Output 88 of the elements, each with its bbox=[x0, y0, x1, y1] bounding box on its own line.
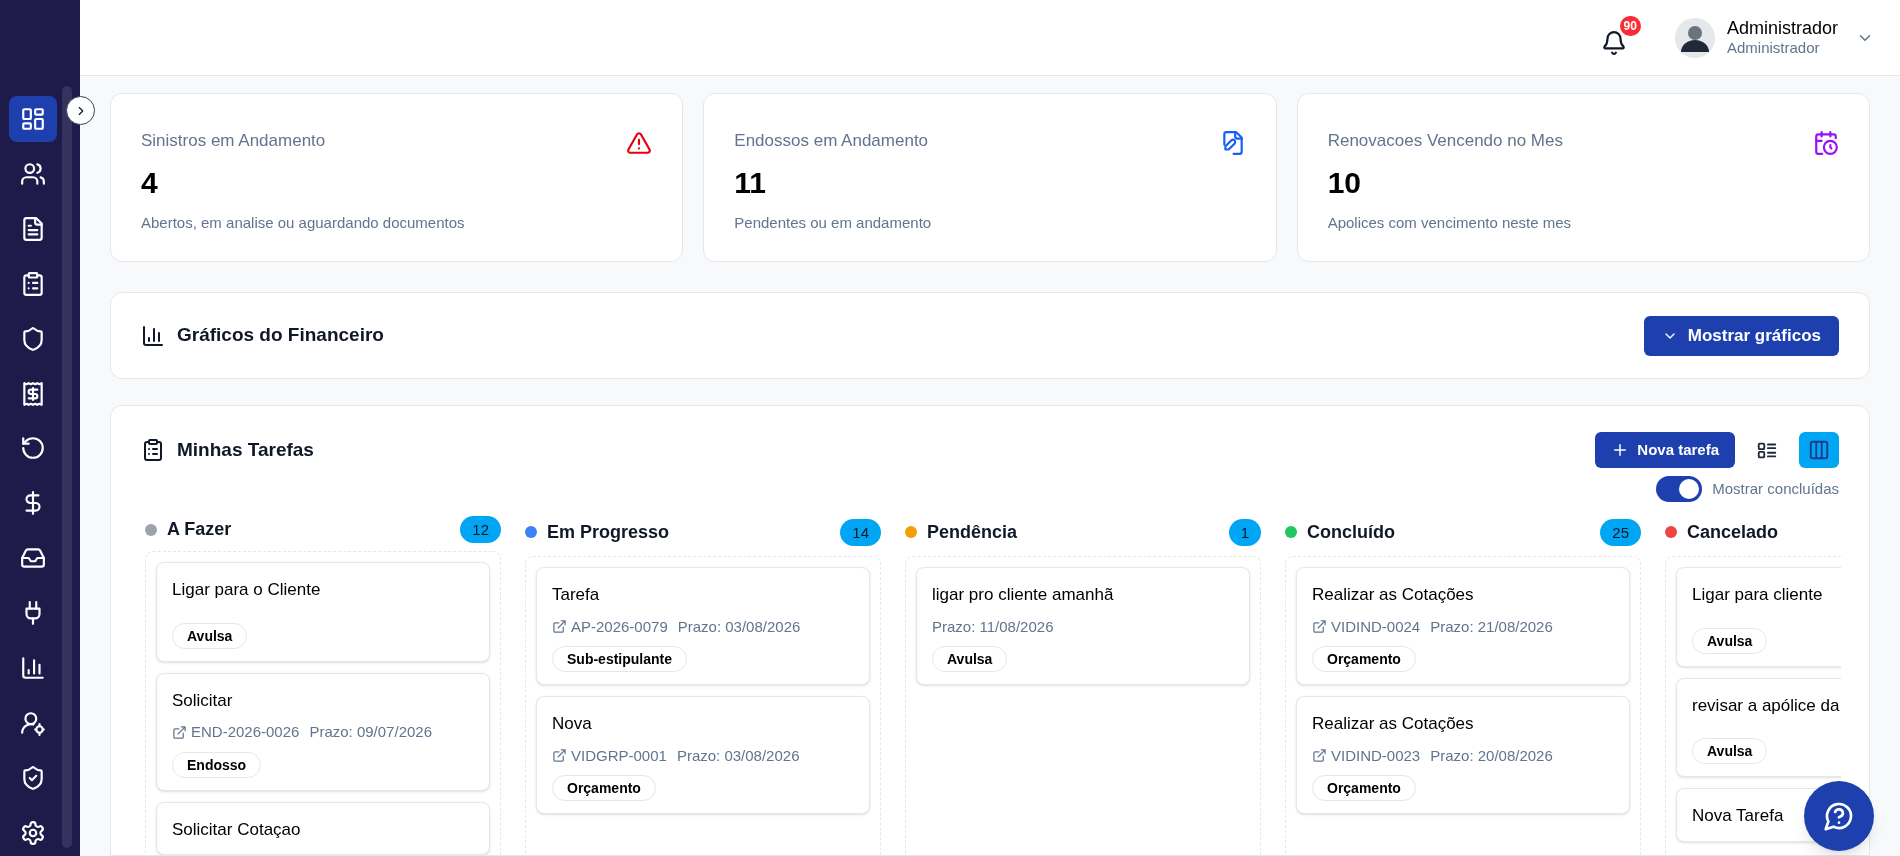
task-due-date: Prazo: 11/08/2026 bbox=[932, 616, 1054, 637]
task-card[interactable]: Ligar para o Cliente Avulsa bbox=[156, 562, 490, 662]
toggle-switch[interactable] bbox=[1656, 476, 1703, 502]
metric-note: Abertos, em analise ou aguardando documentos bbox=[141, 212, 465, 233]
bar-chart-icon bbox=[20, 655, 46, 682]
settings-icon bbox=[20, 819, 46, 846]
task-title: Realizar as Cotações bbox=[1312, 713, 1475, 735]
task-card[interactable]: Solicitar Cotaçao bbox=[156, 801, 490, 855]
task-card[interactable]: Realizar as Cotações VIDIND-0023 Prazo: 20/08/2026 Orçamento bbox=[1296, 696, 1630, 814]
user-name: Administrador bbox=[1726, 16, 1838, 40]
column-title: Em Progresso bbox=[547, 520, 670, 544]
task-title: Ligar para cliente bbox=[1692, 584, 1824, 606]
column-title: Cancelado bbox=[1687, 520, 1779, 544]
metric-note: Pendentes ou em andamento bbox=[734, 212, 932, 233]
task-reference[interactable]: VIDIND-0023 bbox=[1331, 744, 1421, 767]
scrollbar[interactable] bbox=[62, 86, 72, 848]
metric-note: Apolices com vencimento neste mes bbox=[1327, 212, 1572, 233]
task-due-date: Prazo: 03/08/2026 bbox=[676, 745, 800, 766]
task-reference[interactable]: END-2026-0026 bbox=[191, 721, 300, 744]
external-link-icon[interactable] bbox=[1312, 619, 1327, 635]
view-toggle-button[interactable] bbox=[1799, 432, 1839, 468]
metric-value: 10 bbox=[1327, 167, 1363, 198]
task-title: revisar a apólice da bbox=[1692, 694, 1841, 717]
column-title: A Fazer bbox=[167, 518, 232, 541]
task-card[interactable]: Solicitar END-2026-0026 Prazo: 09/07/2026 Endosso bbox=[156, 672, 490, 791]
task-count: 25 bbox=[1600, 518, 1641, 546]
task-card[interactable]: Realizar as Cotações VIDIND-0024 Prazo: 21/08/2026 Orçamento bbox=[1296, 567, 1630, 685]
columns-icon bbox=[1808, 439, 1830, 461]
task-card[interactable]: Ligar para cliente Avulsa bbox=[1676, 567, 1841, 667]
task-title: Solicitar bbox=[172, 689, 234, 712]
task-title: Realizar as Cotações bbox=[1312, 584, 1475, 606]
clipboard-icon bbox=[20, 270, 46, 297]
receipt-icon bbox=[20, 380, 46, 407]
task-card[interactable]: Nova VIDGRP-0001 Prazo: 03/08/2026 Orçamento bbox=[536, 696, 870, 814]
external-link-icon[interactable] bbox=[1312, 748, 1327, 764]
task-title: Nova bbox=[552, 713, 593, 735]
task-due-date: Prazo: 09/07/2026 bbox=[309, 722, 432, 742]
task-title: Ligar para o Cliente bbox=[172, 579, 322, 601]
warning-icon bbox=[626, 130, 653, 156]
task-title: ligar pro cliente amanhã bbox=[932, 584, 1115, 606]
task-reference[interactable]: AP-2026-0079 bbox=[571, 615, 668, 638]
task-count: 12 bbox=[460, 516, 501, 543]
metric-title: Endossos em Andamento bbox=[734, 130, 930, 152]
show-charts-button[interactable]: Mostrar gráficos bbox=[1643, 315, 1839, 356]
calendar-clock-icon bbox=[1813, 130, 1839, 156]
external-link-icon[interactable] bbox=[552, 748, 567, 764]
task-card[interactable]: ligar pro cliente amanhã Prazo: 11/08/2026 Avulsa bbox=[916, 567, 1250, 685]
task-count: 1 bbox=[1228, 518, 1261, 546]
task-title: Nova Tarefa bbox=[1692, 805, 1785, 827]
external-link-icon[interactable] bbox=[172, 724, 187, 740]
shield-check-icon bbox=[20, 765, 46, 791]
rotate-icon bbox=[20, 435, 46, 462]
column-title: Concluído bbox=[1307, 520, 1395, 544]
shield-icon bbox=[20, 325, 46, 352]
task-due-date: Prazo: 03/08/2026 bbox=[677, 616, 801, 637]
task-title: Tarefa bbox=[552, 584, 601, 606]
sidebar-item[interactable] bbox=[9, 96, 57, 142]
task-reference[interactable]: VIDGRP-0001 bbox=[571, 744, 667, 767]
metric-title: Renovacoes Vencendo no Mes bbox=[1327, 130, 1564, 152]
task-due-date: Prazo: 20/08/2026 bbox=[1430, 745, 1553, 766]
new-task-button[interactable]: Nova tarefa bbox=[1595, 432, 1735, 468]
task-due-date: Prazo: 21/08/2026 bbox=[1430, 616, 1553, 637]
document-icon bbox=[20, 215, 46, 242]
notification-count: 90 bbox=[1619, 15, 1641, 36]
section-title: Gráficos do Financeiro bbox=[177, 323, 384, 348]
bell-icon bbox=[1600, 29, 1627, 56]
task-card[interactable]: revisar a apólice da Avulsa bbox=[1676, 677, 1841, 777]
help-icon bbox=[1823, 800, 1855, 832]
clipboard-icon bbox=[141, 438, 165, 462]
column-title: Pendência bbox=[927, 520, 1018, 544]
notifications-button[interactable]: 90 bbox=[1600, 15, 1641, 60]
users-icon bbox=[20, 160, 46, 187]
task-count: 14 bbox=[840, 518, 881, 546]
metric-value: 4 bbox=[141, 167, 159, 198]
user-gear-icon bbox=[20, 710, 46, 737]
toggle-label: Mostrar concluídas bbox=[1712, 478, 1839, 499]
task-reference[interactable]: VIDIND-0024 bbox=[1331, 615, 1421, 638]
dashboard-icon bbox=[20, 105, 46, 132]
bar-chart-icon bbox=[141, 323, 165, 348]
user-role: Administrador bbox=[1726, 39, 1821, 59]
metric-title: Sinistros em Andamento bbox=[141, 130, 327, 152]
avatar bbox=[1674, 17, 1715, 58]
task-card[interactable]: Tarefa AP-2026-0079 Prazo: 03/08/2026 Sub-estipulante bbox=[536, 567, 870, 685]
external-link-icon[interactable] bbox=[552, 619, 567, 635]
expand-sidebar-button[interactable] bbox=[66, 96, 95, 125]
metric-value: 11 bbox=[734, 167, 768, 198]
task-title: Solicitar Cotaçao bbox=[172, 818, 302, 841]
section-title: Minhas Tarefas bbox=[177, 437, 314, 462]
